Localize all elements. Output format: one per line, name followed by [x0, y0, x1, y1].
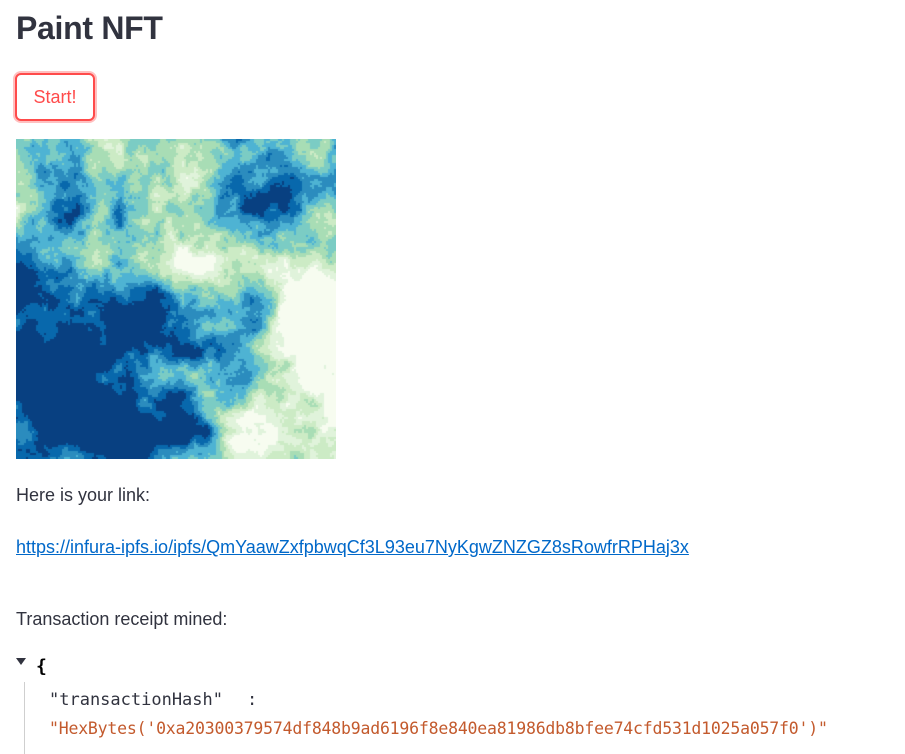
- json-indent-guide: [24, 682, 25, 754]
- json-value-transaction-hash: "HexBytes('0xa20300379574df848b9ad6196f8…: [49, 719, 828, 738]
- json-key-transaction-hash: "transactionHash": [49, 690, 223, 710]
- receipt-json-viewer: { "transactionHash" : "HexBytes('0xa2030…: [16, 656, 896, 754]
- link-label: Here is your link:: [16, 485, 151, 505]
- json-open-brace: {: [36, 656, 47, 677]
- start-button[interactable]: Start!: [15, 73, 95, 121]
- collapse-toggle-icon[interactable]: [16, 658, 26, 665]
- nft-image: [16, 139, 336, 459]
- json-colon: :: [247, 690, 258, 710]
- page-title: Paint NFT: [16, 10, 163, 46]
- receipt-label: Transaction receipt mined:: [16, 609, 228, 629]
- ipfs-link[interactable]: https://infura-ipfs.io/ipfs/QmYaawZxfpbw…: [16, 537, 689, 558]
